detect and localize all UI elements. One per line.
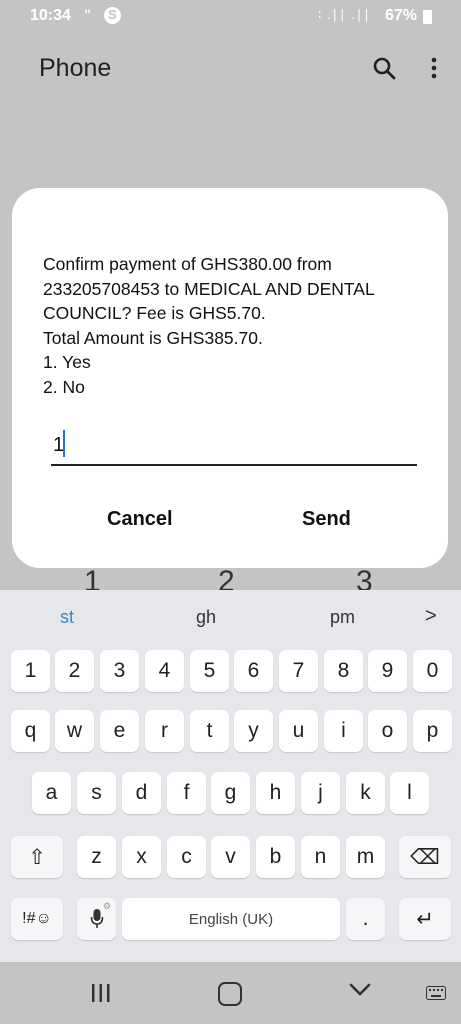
settings-gear-icon: ⚙	[102, 901, 111, 911]
key-s[interactable]: s	[77, 772, 116, 814]
recent-apps-icon[interactable]	[90, 982, 112, 1004]
key-f[interactable]: f	[167, 772, 206, 814]
more-options-icon[interactable]	[426, 56, 442, 80]
text-cursor	[63, 430, 65, 457]
key-o[interactable]: o	[368, 710, 407, 752]
home-icon[interactable]	[218, 982, 242, 1006]
key-p[interactable]: p	[413, 710, 452, 752]
ussd-reply-input[interactable]	[51, 426, 417, 466]
search-icon[interactable]	[372, 56, 396, 80]
battery-percentage: 67%	[385, 7, 418, 24]
key-x[interactable]: x	[122, 836, 161, 878]
status-bar: 10:34 ” ∶ .∣∣ .∣∣ 67%	[0, 0, 461, 34]
backspace-key[interactable]: ⌫	[399, 836, 451, 878]
cancel-button[interactable]: Cancel	[107, 508, 173, 531]
key-u[interactable]: u	[279, 710, 318, 752]
enter-icon: ↵	[416, 907, 434, 931]
key-v[interactable]: v	[211, 836, 250, 878]
battery-icon	[423, 10, 432, 24]
navigation-bar	[0, 962, 461, 1024]
key-h[interactable]: h	[256, 772, 295, 814]
key-i[interactable]: i	[324, 710, 363, 752]
shift-key[interactable]: ⇧	[11, 836, 63, 878]
key-a[interactable]: a	[32, 772, 71, 814]
quote-notification-icon: ”	[84, 6, 91, 22]
key-e[interactable]: e	[100, 710, 139, 752]
suggestion-expand-icon[interactable]: >	[425, 605, 437, 628]
key-5[interactable]: 5	[190, 650, 229, 692]
back-icon[interactable]	[348, 982, 372, 998]
key-d[interactable]: d	[122, 772, 161, 814]
suggestion-bar: st gh pm >	[0, 590, 461, 642]
key-k[interactable]: k	[346, 772, 385, 814]
key-4[interactable]: 4	[145, 650, 184, 692]
key-m[interactable]: m	[346, 836, 385, 878]
key-2[interactable]: 2	[55, 650, 94, 692]
key-3[interactable]: 3	[100, 650, 139, 692]
suggestion-2[interactable]: gh	[196, 607, 216, 628]
key-y[interactable]: y	[234, 710, 273, 752]
key-j[interactable]: j	[301, 772, 340, 814]
signal-icon: ∶ .∣∣ .∣∣	[318, 7, 371, 22]
symbols-key[interactable]: !#☺	[11, 898, 63, 940]
backspace-icon: ⌫	[410, 845, 440, 869]
key-l[interactable]: l	[390, 772, 429, 814]
key-t[interactable]: t	[190, 710, 229, 752]
space-bar[interactable]: English (UK)	[122, 898, 340, 940]
key-8[interactable]: 8	[324, 650, 363, 692]
key-w[interactable]: w	[55, 710, 94, 752]
shift-icon: ⇧	[28, 845, 46, 869]
key-z[interactable]: z	[77, 836, 116, 878]
key-r[interactable]: r	[145, 710, 184, 752]
period-key[interactable]: .	[346, 898, 385, 940]
mic-icon	[90, 909, 103, 928]
key-n[interactable]: n	[301, 836, 340, 878]
key-6[interactable]: 6	[234, 650, 273, 692]
suggestion-1[interactable]: st	[60, 607, 74, 628]
key-9[interactable]: 9	[368, 650, 407, 692]
ussd-message: Confirm payment of GHS380.00 from 233205…	[43, 254, 375, 397]
enter-key[interactable]: ↵	[399, 898, 451, 940]
key-g[interactable]: g	[211, 772, 250, 814]
key-0[interactable]: 0	[413, 650, 452, 692]
shazam-notification-icon	[104, 7, 121, 24]
key-1[interactable]: 1	[11, 650, 50, 692]
key-7[interactable]: 7	[279, 650, 318, 692]
ussd-dialog: Confirm payment of GHS380.00 from 233205…	[12, 188, 448, 568]
key-c[interactable]: c	[167, 836, 206, 878]
send-button[interactable]: Send	[302, 508, 351, 531]
status-time: 10:34	[30, 7, 71, 24]
suggestion-3[interactable]: pm	[330, 607, 355, 628]
voice-input-key[interactable]: ⚙	[77, 898, 116, 940]
key-q[interactable]: q	[11, 710, 50, 752]
app-title: Phone	[39, 54, 112, 82]
soft-keyboard: st gh pm > 1 2 3 4 5 6 7 8 9 0 q w e r t…	[0, 590, 461, 962]
keyboard-toggle-icon[interactable]	[426, 986, 446, 1000]
key-b[interactable]: b	[256, 836, 295, 878]
